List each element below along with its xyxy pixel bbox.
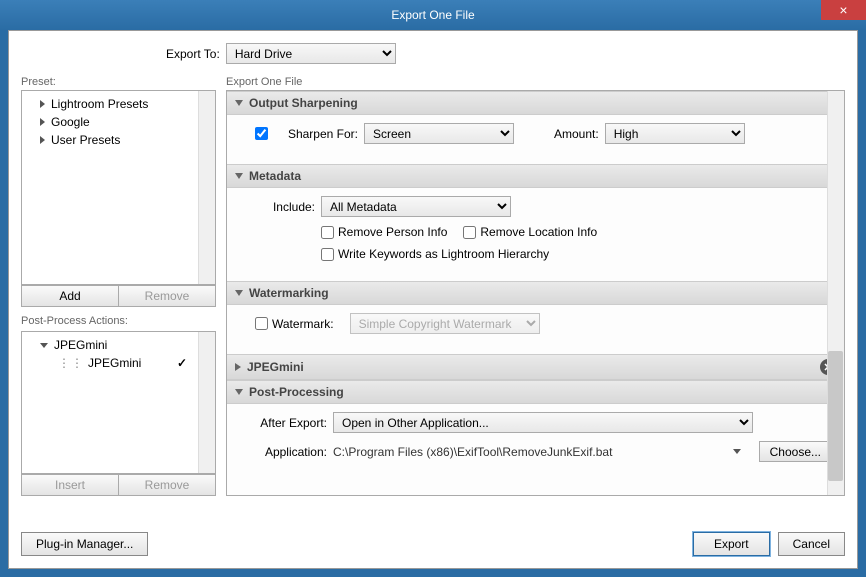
- export-to-row: Export To: Hard Drive: [21, 43, 845, 64]
- right-header: Export One File: [226, 76, 845, 88]
- title-bar: Export One File ×: [0, 0, 866, 30]
- export-to-select[interactable]: Hard Drive: [226, 43, 396, 64]
- pp-subitem[interactable]: ⋮⋮JPEGmini✓: [24, 354, 213, 372]
- remove-person-checkbox[interactable]: [321, 226, 334, 239]
- post-process-label: Post-Process Actions:: [21, 315, 216, 327]
- preset-item[interactable]: Lightroom Presets: [24, 95, 213, 113]
- sharpen-for-label: Sharpen For:: [272, 127, 358, 141]
- section-watermarking[interactable]: Watermarking: [227, 281, 844, 305]
- watermark-label: Watermark:: [272, 317, 334, 331]
- pp-remove-button[interactable]: Remove: [118, 474, 216, 496]
- application-label: Application:: [255, 445, 327, 459]
- scrollbar[interactable]: [198, 332, 215, 473]
- after-export-label: After Export:: [255, 416, 327, 430]
- watermark-checkbox[interactable]: [255, 317, 268, 330]
- settings-panel: Output Sharpening Sharpen For: Screen Am…: [226, 90, 845, 496]
- close-button[interactable]: ×: [821, 0, 866, 20]
- section-post-processing[interactable]: Post-Processing: [227, 380, 844, 404]
- preset-item[interactable]: Google: [24, 113, 213, 131]
- chevron-down-icon: [235, 173, 243, 179]
- after-export-select[interactable]: Open in Other Application...: [333, 412, 753, 433]
- chevron-right-icon: [40, 118, 45, 126]
- dropdown-icon[interactable]: [733, 449, 741, 454]
- section-metadata[interactable]: Metadata: [227, 164, 844, 188]
- pp-group[interactable]: JPEGmini: [24, 336, 213, 354]
- drag-handle-icon: ⋮⋮: [58, 356, 84, 370]
- chevron-down-icon: [235, 100, 243, 106]
- sharpen-for-select[interactable]: Screen: [364, 123, 514, 144]
- preset-label: Preset:: [21, 76, 216, 88]
- application-path: C:\Program Files (x86)\ExifTool\RemoveJu…: [333, 445, 723, 459]
- chevron-right-icon: [235, 363, 241, 371]
- amount-select[interactable]: High: [605, 123, 745, 144]
- write-keywords-checkbox[interactable]: [321, 248, 334, 261]
- pp-insert-button[interactable]: Insert: [21, 474, 118, 496]
- chevron-down-icon: [235, 389, 243, 395]
- sharpen-for-checkbox[interactable]: [255, 127, 268, 140]
- preset-add-button[interactable]: Add: [21, 285, 118, 307]
- choose-button[interactable]: Choose...: [759, 441, 832, 462]
- export-to-label: Export To:: [166, 47, 220, 61]
- post-process-list[interactable]: JPEGmini ⋮⋮JPEGmini✓: [21, 331, 216, 474]
- include-select[interactable]: All Metadata: [321, 196, 511, 217]
- include-label: Include:: [255, 200, 315, 214]
- scrollbar-thumb[interactable]: [828, 351, 843, 481]
- scrollbar[interactable]: [198, 91, 215, 284]
- section-jpegmini[interactable]: JPEGmini✕: [227, 354, 844, 380]
- remove-location-checkbox[interactable]: [463, 226, 476, 239]
- watermark-select: Simple Copyright Watermark: [350, 313, 540, 334]
- plugin-manager-button[interactable]: Plug-in Manager...: [21, 532, 148, 556]
- section-output-sharpening[interactable]: Output Sharpening: [227, 91, 844, 115]
- preset-list[interactable]: Lightroom Presets Google User Presets: [21, 90, 216, 285]
- chevron-down-icon: [40, 343, 48, 348]
- chevron-right-icon: [40, 136, 45, 144]
- amount-label: Amount:: [554, 127, 599, 141]
- cancel-button[interactable]: Cancel: [778, 532, 845, 556]
- window-title: Export One File: [0, 8, 866, 22]
- chevron-right-icon: [40, 100, 45, 108]
- scrollbar[interactable]: [827, 91, 844, 495]
- chevron-down-icon: [235, 290, 243, 296]
- export-button[interactable]: Export: [693, 532, 770, 556]
- preset-remove-button[interactable]: Remove: [118, 285, 216, 307]
- dialog-body: Export To: Hard Drive Preset: Lightroom …: [8, 30, 858, 569]
- check-icon: ✓: [177, 356, 187, 370]
- bottom-bar: Plug-in Manager... Export Cancel: [21, 532, 845, 556]
- preset-item[interactable]: User Presets: [24, 131, 213, 149]
